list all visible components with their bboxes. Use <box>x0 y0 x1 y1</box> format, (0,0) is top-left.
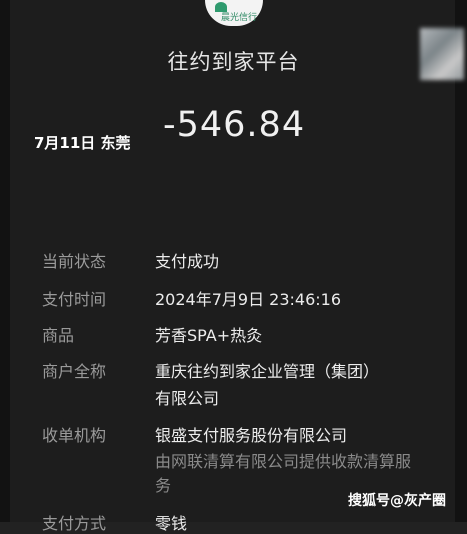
left-frame <box>0 0 10 522</box>
pay-method-value: 零钱 <box>155 514 188 533</box>
payment-amount: -546.84 <box>163 105 306 145</box>
acquirer-value: 银盛支付服务股份有限公司 <box>155 426 348 445</box>
pay-time-label: 支付时间 <box>42 290 107 309</box>
status-value: 支付成功 <box>155 252 220 271</box>
overlay-caption: 7月11日 东莞 <box>34 134 131 152</box>
acquirer-label: 收单机构 <box>42 426 107 445</box>
goods-value: 芳香SPA+热灸 <box>155 326 263 345</box>
merchant-title: 往约到家平台 <box>167 50 300 74</box>
status-label: 当前状态 <box>42 252 107 271</box>
logo-leaf-icon <box>215 2 227 12</box>
goods-label: 商品 <box>42 326 75 345</box>
merchant-fullname-value-line2: 有限公司 <box>155 389 220 408</box>
pay-method-label: 支付方式 <box>42 514 107 533</box>
pay-time-value: 2024年7月9日 23:46:16 <box>155 290 342 309</box>
source-watermark: 搜狐号@灰产圈 <box>348 493 446 509</box>
merchant-fullname-value: 重庆往约到家企业管理（集团） <box>155 362 380 381</box>
merchant-fullname-label: 商户全称 <box>42 362 107 381</box>
